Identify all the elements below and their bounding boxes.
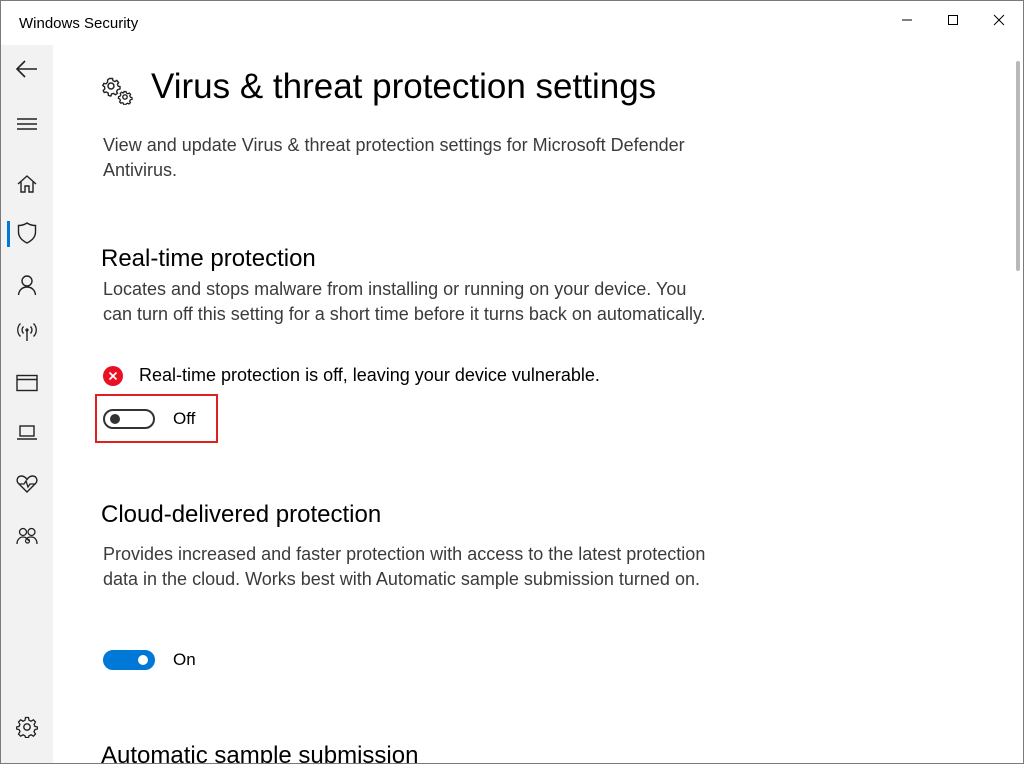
realtime-warning: Real-time protection is off, leaving you…	[103, 365, 600, 386]
window-title: Windows Security	[19, 15, 139, 32]
toggle-knob	[110, 414, 120, 424]
close-icon	[993, 14, 1005, 26]
toggle-knob	[138, 655, 148, 665]
sidebar-item-virus-protection[interactable]	[1, 211, 53, 255]
back-arrow-icon	[15, 60, 37, 78]
page-description: View and update Virus & threat protectio…	[103, 135, 685, 180]
settings-gears-icon	[101, 77, 133, 105]
maximize-icon	[948, 15, 958, 25]
cloud-protection-title: Cloud-delivered protection	[101, 501, 382, 528]
sidebar-item-account-protection[interactable]	[1, 263, 53, 307]
minimize-icon	[902, 19, 912, 21]
realtime-protection-toggle[interactable]	[103, 409, 155, 429]
realtime-warning-text: Real-time protection is off, leaving you…	[139, 365, 600, 385]
laptop-icon	[17, 425, 37, 440]
maximize-button[interactable]	[930, 1, 976, 39]
title-bar: Windows Security	[1, 1, 1023, 45]
error-icon	[103, 365, 123, 386]
sidebar-item-home[interactable]	[1, 162, 53, 206]
hamburger-icon	[17, 118, 37, 130]
gear-icon	[16, 716, 38, 738]
home-icon	[17, 175, 37, 193]
sidebar-item-device-performance[interactable]	[1, 462, 53, 506]
realtime-protection-title: Real-time protection	[101, 245, 316, 272]
browser-window-icon	[16, 374, 38, 392]
cloud-toggle-row: On	[103, 650, 196, 670]
sample-submission-title: Automatic sample submission	[101, 742, 419, 763]
sidebar-item-device-security[interactable]	[1, 411, 53, 455]
sidebar	[1, 45, 53, 763]
cloud-toggle-label: On	[173, 650, 196, 669]
sidebar-item-family-options[interactable]	[1, 514, 53, 558]
page-title: Virus & threat protection settings	[151, 67, 657, 106]
back-button[interactable]	[1, 47, 53, 91]
windows-security-window: Windows Security Virus & threat protecti…	[0, 0, 1024, 764]
wifi-antenna-icon	[17, 323, 37, 341]
person-icon	[17, 275, 37, 296]
minimize-button[interactable]	[884, 1, 930, 39]
close-button[interactable]	[976, 1, 1022, 39]
sidebar-item-settings[interactable]	[1, 705, 53, 749]
main-content: Virus & threat protection settings View …	[53, 45, 1011, 763]
scrollbar[interactable]	[1016, 61, 1020, 271]
sidebar-item-firewall[interactable]	[1, 310, 53, 354]
shield-icon	[17, 222, 37, 244]
realtime-toggle-label: Off	[173, 409, 196, 428]
cloud-protection-description: Provides increased and faster protection…	[103, 544, 706, 589]
realtime-toggle-row: Off	[103, 409, 195, 429]
family-icon	[16, 527, 38, 545]
sidebar-item-app-browser-control[interactable]	[1, 361, 53, 405]
heart-pulse-icon	[16, 475, 38, 493]
hamburger-menu-button[interactable]	[1, 102, 53, 146]
cloud-protection-toggle[interactable]	[103, 650, 155, 670]
realtime-protection-description: Locates and stops malware from installin…	[103, 279, 706, 324]
